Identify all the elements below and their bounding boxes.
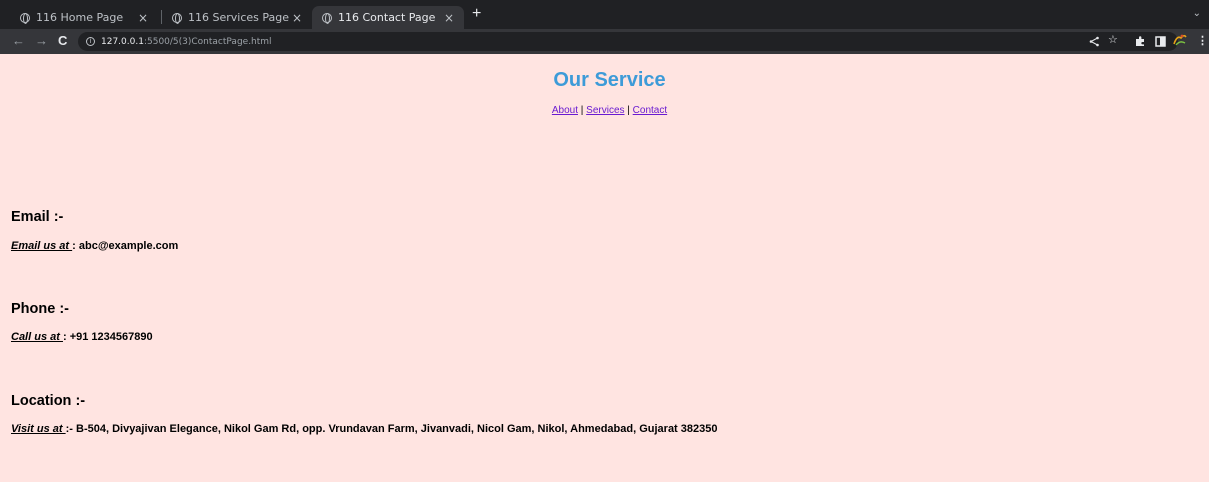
- email-heading: Email :-: [11, 209, 64, 225]
- tab-contact[interactable]: 116 Contact Page ×: [312, 6, 464, 29]
- address-bar[interactable]: i 127.0.0.1 :5500/5(3)ContactPage.html: [78, 32, 1178, 51]
- browser-tab-bar: 116 Home Page × 116 Services Page × 116 …: [0, 0, 1209, 29]
- email-separator: :: [72, 240, 79, 252]
- email-line: Email us at : abc@example.com: [11, 240, 178, 252]
- side-panel-icon[interactable]: [1155, 36, 1166, 47]
- phone-separator: :: [62, 331, 70, 343]
- browser-toolbar: ← → C i 127.0.0.1 :5500/5(3)ContactPage.…: [0, 29, 1209, 54]
- tab-services[interactable]: 116 Services Page ×: [162, 6, 312, 29]
- location-heading: Location :-: [11, 393, 86, 409]
- extensions-puzzle-icon[interactable]: [1135, 36, 1146, 47]
- email-label: Email us at: [11, 240, 73, 252]
- email-value: abc@example.com: [78, 240, 179, 252]
- location-value: B-504, Divyajivan Elegance, Nikol Gam Rd…: [76, 423, 718, 435]
- more-menu-icon[interactable]: ⋮: [1197, 35, 1208, 47]
- url-path: :5500/5(3)ContactPage.html: [143, 36, 272, 47]
- tab-title: 116 Contact Page: [338, 11, 436, 24]
- phone-heading: Phone :-: [11, 301, 69, 317]
- nav-link-contact[interactable]: Contact: [633, 105, 667, 116]
- tab-home[interactable]: 116 Home Page ×: [8, 6, 158, 29]
- profile-avatar-icon[interactable]: [1172, 32, 1188, 48]
- location-separator: :-: [65, 423, 76, 435]
- url-host: 127.0.0.1: [101, 36, 144, 47]
- location-line: Visit us at :- B-504, Divyajivan Eleganc…: [11, 423, 717, 435]
- phone-value: +91 1234567890: [69, 331, 153, 343]
- forward-arrow-icon[interactable]: →: [35, 33, 48, 49]
- tab-title: 116 Home Page: [36, 11, 124, 24]
- tab-close-icon[interactable]: ×: [292, 11, 302, 25]
- tab-search-chevron-icon[interactable]: ⌄: [1193, 8, 1201, 19]
- new-tab-button[interactable]: +: [472, 6, 481, 22]
- tab-title: 116 Services Page: [188, 11, 290, 24]
- back-arrow-icon[interactable]: ←: [12, 33, 25, 49]
- nav-separator: |: [624, 105, 633, 116]
- reload-icon[interactable]: C: [58, 33, 67, 49]
- tab-close-icon[interactable]: ×: [138, 11, 148, 25]
- page-content: Our Service About | Services | Contact E…: [0, 54, 1209, 482]
- phone-label: Call us at: [11, 331, 63, 343]
- bookmark-star-icon[interactable]: ☆: [1108, 34, 1118, 46]
- location-label: Visit us at: [11, 423, 66, 435]
- page-nav: About | Services | Contact: [0, 105, 1209, 116]
- share-icon[interactable]: [1089, 36, 1100, 47]
- nav-separator: |: [578, 105, 587, 116]
- nav-link-services[interactable]: Services: [586, 105, 624, 116]
- site-info-icon[interactable]: i: [86, 37, 95, 46]
- page-title: Our Service: [553, 69, 666, 91]
- globe-icon: [172, 12, 182, 24]
- phone-line: Call us at : +91 1234567890: [11, 331, 153, 343]
- tab-close-icon[interactable]: ×: [444, 11, 454, 25]
- nav-link-about[interactable]: About: [552, 105, 578, 116]
- globe-icon: [20, 12, 30, 24]
- globe-icon: [322, 12, 332, 24]
